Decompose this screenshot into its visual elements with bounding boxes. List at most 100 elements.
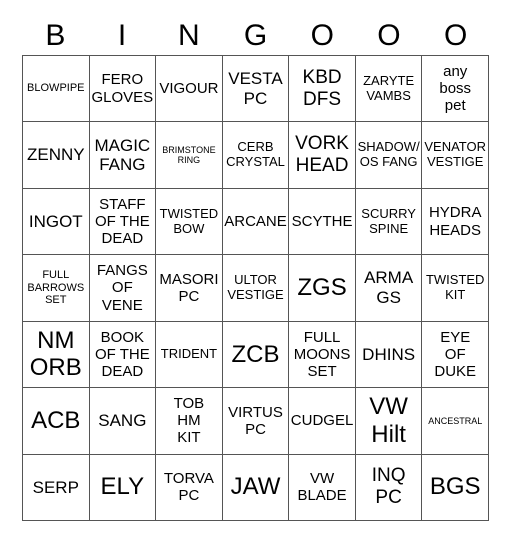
bingo-cell[interactable]: SANG [89, 388, 157, 455]
bingo-cell[interactable]: ELY [89, 454, 157, 521]
bingo-cell-label: KBD DFS [302, 66, 342, 110]
bingo-cell-label: INQ PC [371, 465, 406, 509]
bingo-cell-label: MASORI PC [159, 270, 219, 305]
bingo-cell-label: SCYTHE [291, 212, 353, 230]
bingo-cell-label: FERO GLOVES [91, 71, 154, 106]
bingo-cell[interactable]: FERO GLOVES [89, 56, 157, 123]
bingo-cell-label: TWISTED BOW [159, 205, 219, 236]
bingo-cell[interactable]: ZCB [222, 321, 290, 389]
bingo-cell-label: ZCB [231, 340, 280, 368]
bingo-cell[interactable]: SERP [23, 454, 90, 521]
bingo-cell[interactable]: MASORI PC [156, 255, 223, 322]
bingo-cell-label: SHADOW/OS FANG [357, 139, 420, 170]
bingo-cell[interactable]: VIRTUS PC [222, 388, 290, 455]
bingo-cell-label: EYE OF DUKE [434, 328, 477, 381]
bingo-cell[interactable]: FULL BARROWS SET [23, 255, 90, 322]
bingo-cell-label: INGOT [28, 211, 83, 231]
bingo-cell[interactable]: VORK HEAD [289, 122, 356, 189]
bingo-cell-label: CERB CRYSTAL [226, 139, 285, 170]
bingo-cell-label: VORK HEAD [295, 133, 349, 177]
bingo-cell[interactable]: VENATOR VESTIGE [422, 122, 489, 189]
bingo-cell[interactable]: TWISTED BOW [156, 188, 223, 256]
bingo-cell[interactable]: INQ PC [355, 454, 423, 521]
bingo-cell-label: BRIMSTONE RING [162, 144, 216, 166]
bingo-cell-label: FANGS OF VENE [96, 262, 148, 314]
bingo-cell[interactable]: ZENNY [23, 122, 90, 189]
bingo-cell[interactable]: VESTA PC [222, 56, 290, 123]
bingo-cell-label: ULTOR VESTIGE [227, 272, 284, 302]
bingo-cell-label: ZARYTE VAMBS [363, 72, 415, 103]
bingo-cell[interactable]: VW Hilt [355, 388, 423, 455]
bingo-cell[interactable]: TWISTED KIT [422, 255, 489, 322]
bingo-cell-label: BLOWPIPE [27, 82, 85, 95]
bingo-cell[interactable]: ZARYTE VAMBS [355, 56, 423, 123]
bingo-header: B I N G O O O [22, 18, 489, 54]
bingo-cell-label: VIGOUR [159, 80, 219, 98]
bingo-cell-label: ANCESTRAL [428, 415, 483, 426]
bingo-cell-label: MAGIC FANG [94, 135, 151, 175]
bingo-cell-label: CUDGEL [290, 412, 354, 430]
bingo-cell[interactable]: TOB HM KIT [156, 388, 223, 455]
bingo-cell[interactable]: STAFF OF THE DEAD [89, 188, 157, 256]
bingo-cell[interactable]: ACB [23, 388, 90, 455]
bingo-cell[interactable]: FULL MOONS SET [289, 321, 356, 389]
bingo-cell-label: VW Hilt [369, 393, 408, 448]
header-letter-2: I [117, 19, 127, 52]
header-letter-3: N [177, 19, 200, 52]
bingo-cell-label: NM ORB [29, 326, 82, 382]
bingo-cell[interactable]: BGS [422, 454, 489, 521]
bingo-cell-label: VESTA PC [228, 69, 283, 108]
bingo-cell-label: STAFF OF THE DEAD [94, 195, 150, 248]
bingo-cell-label: SCURRY SPINE [361, 205, 416, 236]
bingo-cell-label: ELY [100, 473, 145, 501]
bingo-cell-label: FULL BARROWS SET [27, 269, 85, 307]
bingo-cell-label: JAW [230, 473, 281, 501]
bingo-cell[interactable]: SCYTHE [289, 188, 356, 256]
header-letter-1: B [45, 19, 66, 52]
bingo-cell[interactable]: BRIMSTONE RING [156, 122, 223, 189]
header-letter-5: O [310, 19, 334, 52]
bingo-cell[interactable]: SHADOW/OS FANG [355, 122, 423, 189]
bingo-cell[interactable]: BOOK OF THE DEAD [89, 321, 157, 389]
bingo-cell-label: TORVA PC [163, 470, 214, 505]
bingo-cell-label: BOOK OF THE DEAD [94, 328, 150, 381]
header-letter-4: G [243, 19, 268, 52]
bingo-cell-label: any boss pet [439, 62, 472, 115]
bingo-cell[interactable]: ANCESTRAL [422, 388, 489, 455]
bingo-cell[interactable]: JAW [222, 454, 290, 521]
bingo-cell[interactable]: CUDGEL [289, 388, 356, 455]
bingo-cell-label: VENATOR VESTIGE [424, 139, 487, 170]
bingo-cell[interactable]: ARCANE [222, 188, 290, 256]
bingo-cell-label: DHINS [362, 344, 416, 364]
bingo-cell[interactable]: FANGS OF VENE [89, 255, 157, 322]
bingo-cell[interactable]: any boss pet [422, 56, 489, 123]
bingo-cell[interactable]: INGOT [23, 188, 90, 256]
bingo-cell[interactable]: KBD DFS [289, 56, 356, 123]
bingo-cell-label: BGS [429, 473, 481, 501]
bingo-cell-label: SANG [98, 411, 147, 431]
bingo-cell[interactable]: MAGIC FANG [89, 122, 157, 189]
bingo-cell-label: TRIDENT [160, 345, 218, 361]
bingo-cell[interactable]: VW BLADE [289, 454, 356, 521]
bingo-cell[interactable]: TORVA PC [156, 454, 223, 521]
bingo-cell[interactable]: TRIDENT [156, 321, 223, 389]
bingo-cell[interactable]: NM ORB [23, 321, 90, 389]
bingo-cell-label: VIRTUS PC [228, 403, 283, 438]
bingo-cell[interactable]: HYDRA HEADS [422, 188, 489, 256]
bingo-cell[interactable]: CERB CRYSTAL [222, 122, 290, 189]
bingo-cell-label: HYDRA HEADS [428, 204, 482, 239]
bingo-cell[interactable]: ZGS [289, 255, 356, 322]
bingo-cell-label: ARCANE [224, 212, 287, 230]
bingo-cell-label: ZGS [297, 274, 347, 302]
bingo-cell[interactable]: VIGOUR [156, 56, 223, 123]
bingo-cell[interactable]: ULTOR VESTIGE [222, 255, 290, 322]
bingo-cell[interactable]: DHINS [355, 321, 423, 389]
bingo-cell-label: FULL MOONS SET [293, 328, 351, 381]
bingo-cell[interactable]: SCURRY SPINE [355, 188, 423, 256]
bingo-cell-label: ZENNY [26, 145, 85, 165]
bingo-cell-label: SERP [32, 477, 79, 497]
bingo-cell-label: ACB [31, 407, 81, 435]
bingo-cell[interactable]: EYE OF DUKE [422, 321, 489, 389]
bingo-cell[interactable]: BLOWPIPE [23, 56, 90, 123]
bingo-cell[interactable]: ARMA GS [355, 255, 423, 322]
